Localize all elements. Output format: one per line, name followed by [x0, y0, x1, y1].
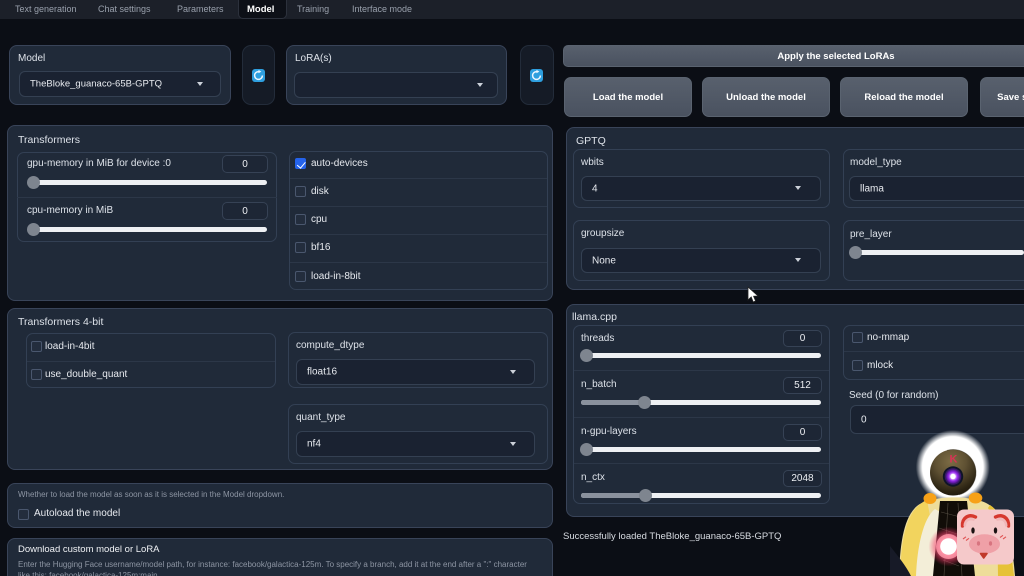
- svg-text:K: K: [950, 454, 958, 466]
